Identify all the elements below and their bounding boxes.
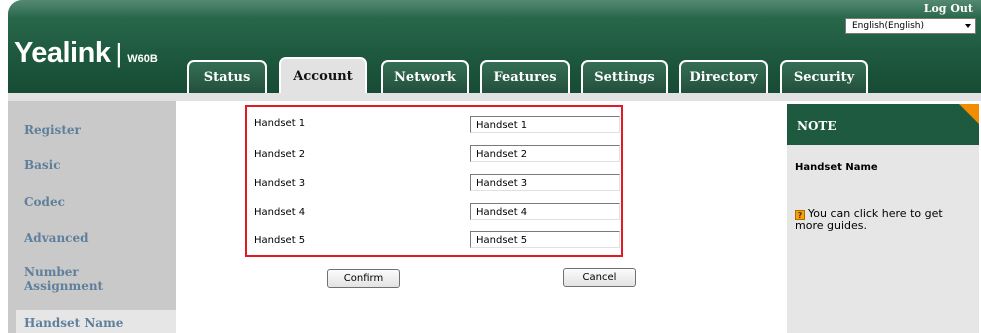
cancel-button[interactable]: Cancel bbox=[563, 268, 636, 287]
language-selected-value: English(English) bbox=[852, 21, 925, 31]
tab-features[interactable]: Features bbox=[480, 60, 570, 93]
handset-4-input[interactable] bbox=[470, 203, 620, 220]
tab-network[interactable]: Network bbox=[381, 60, 469, 93]
confirm-button[interactable]: Confirm bbox=[327, 269, 400, 288]
handset-3-label: Handset 3 bbox=[254, 178, 306, 189]
handset-2-input[interactable] bbox=[470, 145, 620, 162]
handset-4-label: Handset 4 bbox=[254, 207, 306, 218]
help-guide-link[interactable]: ? You can click here to get more guides. bbox=[795, 208, 973, 232]
tab-account[interactable]: Account bbox=[279, 57, 367, 93]
handset-3-input[interactable] bbox=[470, 174, 620, 191]
sidebar-item-advanced[interactable]: Advanced bbox=[24, 231, 89, 245]
language-select[interactable]: English(English) bbox=[845, 18, 976, 34]
chevron-down-icon bbox=[965, 24, 971, 28]
note-corner-flag bbox=[959, 104, 979, 124]
handset-5-label: Handset 5 bbox=[254, 235, 306, 246]
logo-brand: Yealink bbox=[14, 37, 111, 69]
logout-link[interactable]: Log Out bbox=[924, 2, 973, 15]
handset-2-label: Handset 2 bbox=[254, 149, 306, 160]
content-top-strip bbox=[8, 93, 981, 101]
note-subtitle: Handset Name bbox=[795, 162, 878, 173]
sidebar-item-register[interactable]: Register bbox=[24, 123, 81, 137]
logo-separator: | bbox=[115, 38, 123, 68]
sidebar-item-basic[interactable]: Basic bbox=[24, 158, 61, 172]
handset-5-input[interactable] bbox=[470, 231, 620, 248]
help-guide-text: You can click here to get more guides. bbox=[795, 207, 943, 232]
tab-settings[interactable]: Settings bbox=[581, 60, 668, 93]
yealink-logo: Yealink | W60B bbox=[14, 37, 158, 69]
sidebar-item-codec[interactable]: Codec bbox=[24, 195, 65, 209]
tab-directory[interactable]: Directory bbox=[679, 60, 768, 93]
note-title: NOTE bbox=[797, 119, 837, 133]
tab-status[interactable]: Status bbox=[187, 60, 267, 93]
logo-model: W60B bbox=[127, 53, 158, 65]
tab-security[interactable]: Security bbox=[780, 60, 868, 93]
window-edge bbox=[0, 0, 8, 333]
sidebar-item-handset-name[interactable]: Handset Name bbox=[24, 316, 123, 330]
sidebar-item-number-assignment[interactable]: Number Assignment bbox=[24, 265, 144, 293]
handset-1-input[interactable] bbox=[470, 116, 620, 133]
handset-1-label: Handset 1 bbox=[254, 118, 306, 129]
